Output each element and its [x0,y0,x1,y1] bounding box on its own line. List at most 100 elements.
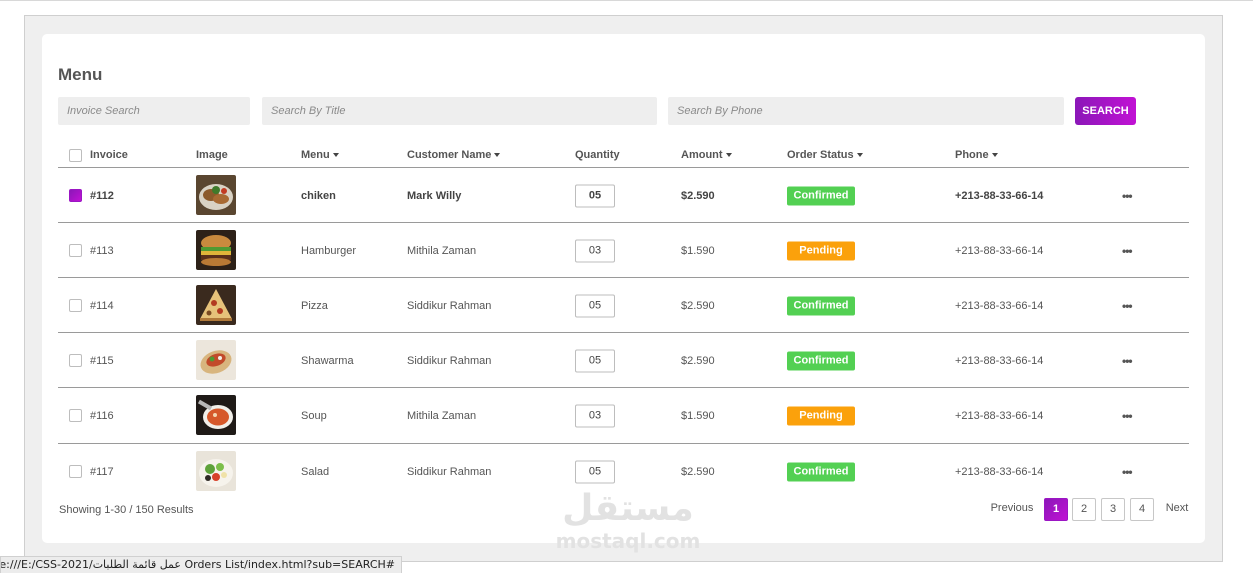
header-status-label: Order Status [787,149,854,161]
customer-cell: Siddikur Rahman [407,299,492,312]
page-title: Menu [58,65,103,84]
table-row[interactable]: #112 chiken Mark Willy 05 $2.590 Confirm… [42,168,1205,223]
more-options-icon[interactable]: ••• [1122,409,1133,423]
row-checkbox[interactable] [69,299,82,312]
quantity-field[interactable]: 03 [575,239,615,262]
status-url: file:///E:/CSS-2021/عمل قائمة الطلبات Or… [0,558,395,571]
menu-cell: Pizza [301,299,328,312]
row-checkbox[interactable] [69,465,82,478]
sort-caret-icon [332,153,339,158]
header-status[interactable]: Order Status [787,149,863,161]
customer-cell: Mithila Zaman [407,244,477,257]
quantity-field[interactable]: 05 [575,460,615,483]
more-options-icon[interactable]: ••• [1122,244,1133,258]
hamburger-image [196,230,236,270]
header-amount-label: Amount [681,149,723,161]
amount-cell: $1.590 [681,244,715,257]
search-button[interactable]: SEARCH [1075,97,1136,125]
invoice-cell: #116 [90,409,114,422]
menu-cell: chiken [301,189,336,202]
customer-cell: Siddikur Rahman [407,354,492,367]
salad-image [196,451,236,491]
soup-image [196,395,236,435]
watermark-latin: mostaql.com [555,529,701,553]
phone-cell: +213-88-33-66-14 [955,189,1044,202]
header-phone[interactable]: Phone [955,149,998,161]
phone-cell: +213-88-33-66-14 [955,465,1044,478]
menu-cell: Hamburger [301,244,357,257]
page-button-4[interactable]: 4 [1130,498,1154,521]
invoice-cell: #113 [90,244,114,257]
row-checkbox[interactable] [69,244,82,257]
row-checkbox[interactable] [69,354,82,367]
header-image: Image [196,149,228,161]
menu-cell: Shawarma [301,354,354,367]
quantity-field[interactable]: 05 [575,349,615,372]
table-row[interactable]: #114 Pizza Siddikur Rahman 05 $2.590 Con… [42,278,1205,333]
results-summary: Showing 1-30 / 150 Results [59,504,194,516]
quantity-field[interactable]: 03 [575,404,615,427]
status-badge: Confirmed [787,462,855,481]
table-row[interactable]: #113 Hamburger Mithila Zaman 03 $1.590 P… [42,223,1205,278]
more-options-icon[interactable]: ••• [1122,354,1133,368]
header-amount[interactable]: Amount [681,149,732,161]
customer-cell: Siddikur Rahman [407,465,492,478]
header-quantity: Quantity [575,149,620,161]
select-all-checkbox[interactable] [69,149,82,162]
sort-caret-icon [991,153,998,158]
table-row[interactable]: #115 Shawarma Siddikur Rahman 05 $2.590 … [42,333,1205,388]
title-search-input[interactable] [262,97,657,125]
status-badge: Confirmed [787,296,855,315]
row-checkbox[interactable] [69,189,82,202]
more-options-icon[interactable]: ••• [1122,465,1133,479]
phone-cell: +213-88-33-66-14 [955,299,1044,312]
quantity-field[interactable]: 05 [575,184,615,207]
menu-cell: Salad [301,465,330,478]
phone-search-input[interactable] [668,97,1064,125]
sort-caret-icon [494,153,501,158]
amount-cell: $2.590 [681,299,715,312]
invoice-cell: #112 [90,189,114,202]
status-badge: Confirmed [787,351,855,370]
shawarma-image [196,340,236,380]
invoice-cell: #114 [90,299,114,312]
quantity-field[interactable]: 05 [575,294,615,317]
chicken-dish-image [196,175,236,215]
table-row[interactable]: #116 Soup Mithila Zaman 03 $1.590 Pendin… [42,388,1205,443]
browser-status-bar: file:///E:/CSS-2021/عمل قائمة الطلبات Or… [0,556,402,573]
previous-page-button[interactable]: Previous [986,498,1038,521]
phone-cell: +213-88-33-66-14 [955,244,1044,257]
page-button-3[interactable]: 3 [1101,498,1125,521]
customer-cell: Mithila Zaman [407,409,477,422]
orders-card: Menu SEARCH Invoice Image Menu Customer … [42,34,1205,543]
invoice-cell: #115 [90,354,114,367]
header-invoice: Invoice [90,149,128,161]
next-page-button[interactable]: Next [1161,498,1193,521]
phone-cell: +213-88-33-66-14 [955,354,1044,367]
more-options-icon[interactable]: ••• [1122,299,1133,313]
menu-cell: Soup [301,409,327,422]
amount-cell: $1.590 [681,409,715,422]
invoice-search-input[interactable] [58,97,250,125]
header-customer[interactable]: Customer Name [407,149,501,161]
window-top-border [0,0,1253,1]
sort-caret-icon [856,153,863,158]
more-options-icon[interactable]: ••• [1122,189,1133,203]
row-checkbox[interactable] [69,409,82,422]
phone-cell: +213-88-33-66-14 [955,409,1044,422]
status-badge: Confirmed [787,186,855,205]
header-menu-label: Menu [301,149,330,161]
amount-cell: $2.590 [681,354,715,367]
status-badge: Pending [787,406,855,425]
amount-cell: $2.590 [681,189,715,202]
invoice-cell: #117 [90,465,114,478]
header-menu[interactable]: Menu [301,149,339,161]
status-badge: Pending [787,241,855,260]
watermark-arabic: مستقل [562,488,694,529]
header-customer-label: Customer Name [407,149,492,161]
page-button-1[interactable]: 1 [1044,498,1068,521]
amount-cell: $2.590 [681,465,715,478]
pizza-image [196,285,236,325]
mostaql-watermark: مستقل mostaql.com [548,488,708,560]
page-button-2[interactable]: 2 [1072,498,1096,521]
